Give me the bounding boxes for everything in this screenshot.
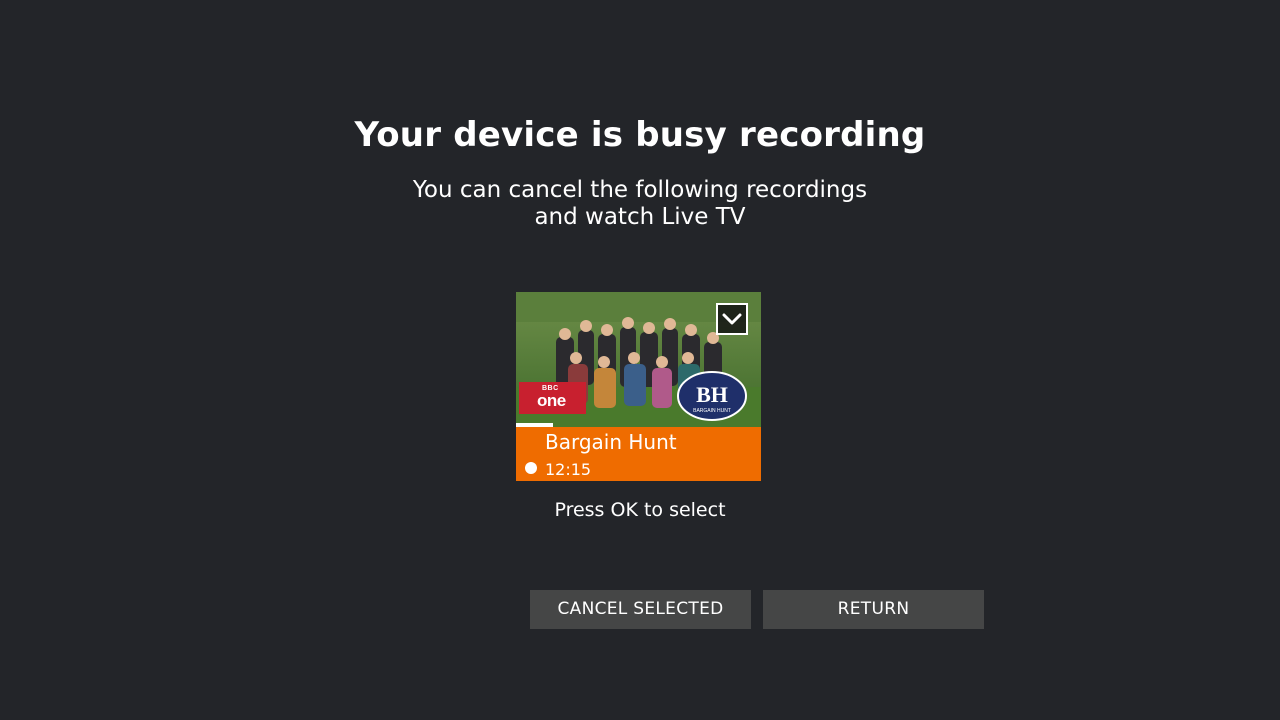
dialog-title: Your device is busy recording: [354, 115, 926, 155]
channel-logo: BBC one: [519, 382, 586, 414]
channel-logo-big: one: [537, 391, 566, 410]
show-logo: BH BARGAIN HUNT: [677, 371, 747, 421]
show-logo-text: BH: [696, 382, 728, 407]
recording-progress-bar: [516, 423, 761, 427]
busy-recording-dialog: Your device is busy recording You can ca…: [0, 0, 1280, 720]
programme-title: Bargain Hunt: [545, 430, 677, 454]
recording-card[interactable]: BH BARGAIN HUNT BBC one Bargain Hunt 12:…: [516, 292, 761, 481]
chevron-down-icon: [722, 313, 742, 325]
dialog-subtitle-line-2: and watch Live TV: [534, 204, 746, 230]
select-checkbox[interactable]: [716, 303, 748, 335]
show-logo-subtext: BARGAIN HUNT: [693, 408, 731, 414]
return-button[interactable]: RETURN: [763, 590, 984, 629]
select-hint: Press OK to select: [554, 499, 726, 521]
record-dot-icon: [525, 462, 537, 474]
programme-thumbnail: BH BARGAIN HUNT BBC one: [516, 292, 761, 427]
dialog-subtitle-line-1: You can cancel the following recordings: [412, 177, 868, 203]
cancel-selected-button[interactable]: CANCEL SELECTED: [530, 590, 751, 629]
recording-progress-fill: [516, 423, 553, 427]
dialog-subtitle: You can cancel the following recordings …: [0, 177, 1280, 231]
programme-start-time: 12:15: [545, 460, 592, 479]
